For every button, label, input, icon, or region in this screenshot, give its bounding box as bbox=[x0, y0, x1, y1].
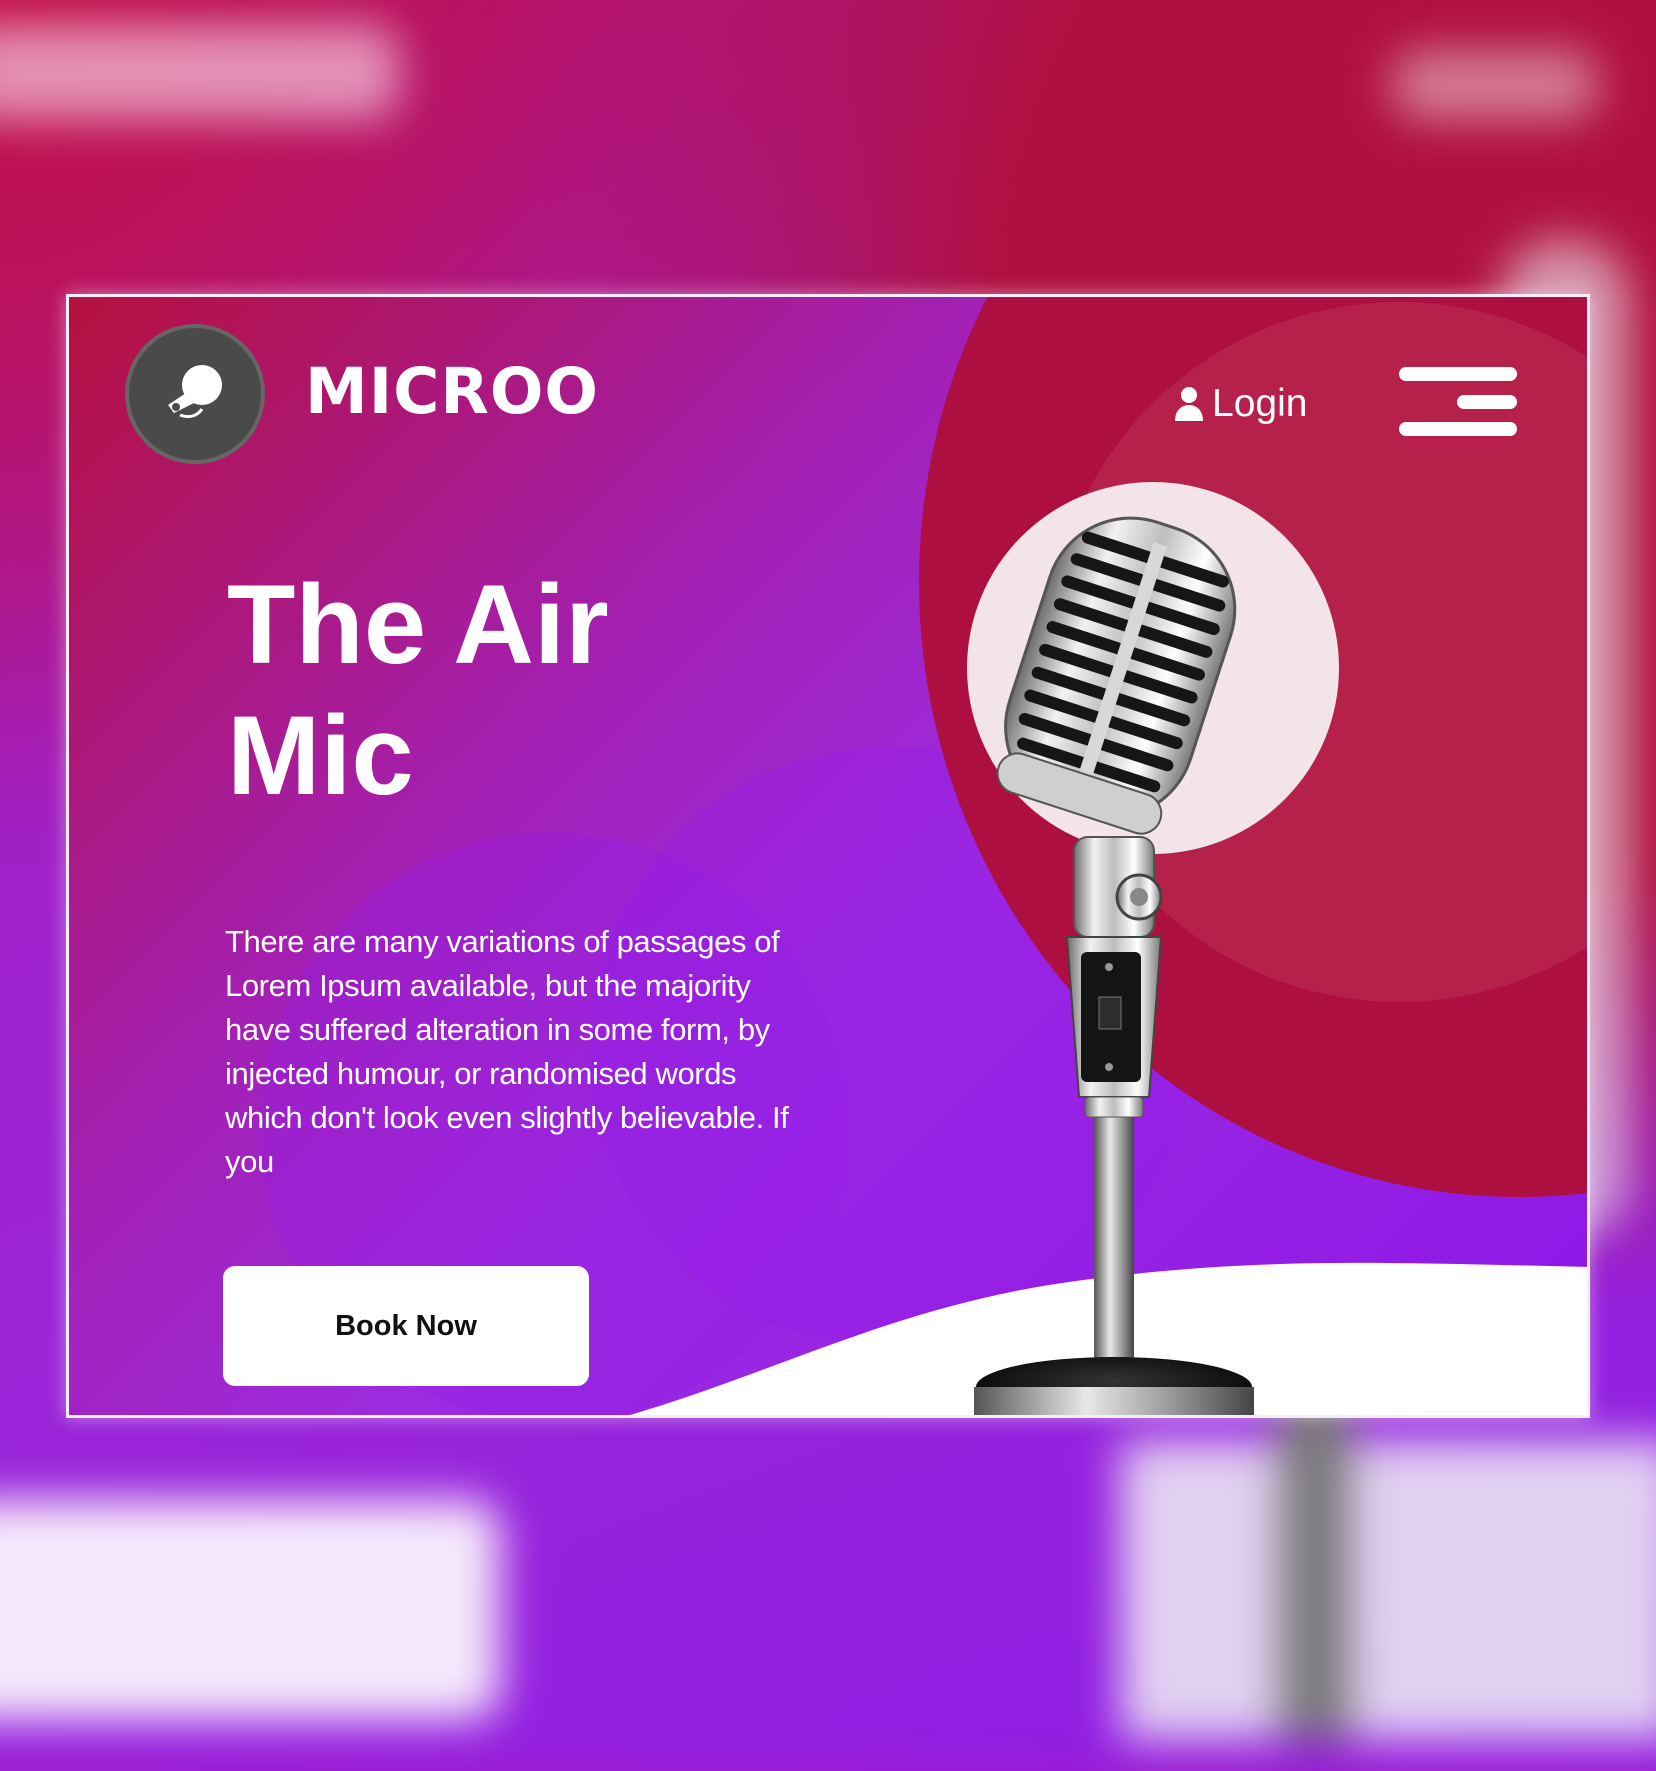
menu-bar bbox=[1399, 422, 1517, 436]
blurred-wave bbox=[1120, 1440, 1656, 1740]
hero-description: There are many variations of passages of… bbox=[225, 924, 789, 1179]
brand-name[interactable]: MICROO bbox=[305, 355, 599, 428]
user-icon bbox=[1175, 387, 1203, 421]
hamburger-menu-icon[interactable] bbox=[1397, 367, 1517, 437]
white-wave bbox=[630, 1262, 1587, 1415]
landing-page-card: MICROO Login The Air Mic There are many … bbox=[66, 294, 1590, 1418]
login-link[interactable]: Login bbox=[1174, 382, 1307, 426]
microphone-logo-icon bbox=[168, 365, 222, 419]
login-label: Login bbox=[1212, 382, 1308, 425]
microphone-illustration bbox=[974, 516, 1254, 1415]
hero-title-line1: The Air bbox=[227, 562, 609, 687]
menu-bar bbox=[1399, 367, 1517, 381]
blurred-logo-text bbox=[0, 25, 400, 120]
hero-title-line2: Mic bbox=[227, 693, 414, 818]
blurred-button bbox=[0, 1500, 500, 1720]
logo-badge[interactable] bbox=[125, 324, 265, 464]
blurred-menu bbox=[1390, 50, 1600, 120]
menu-bar bbox=[1457, 395, 1517, 409]
hero-title: The Air Mic bbox=[227, 559, 747, 821]
book-now-button[interactable]: Book Now bbox=[223, 1266, 589, 1386]
